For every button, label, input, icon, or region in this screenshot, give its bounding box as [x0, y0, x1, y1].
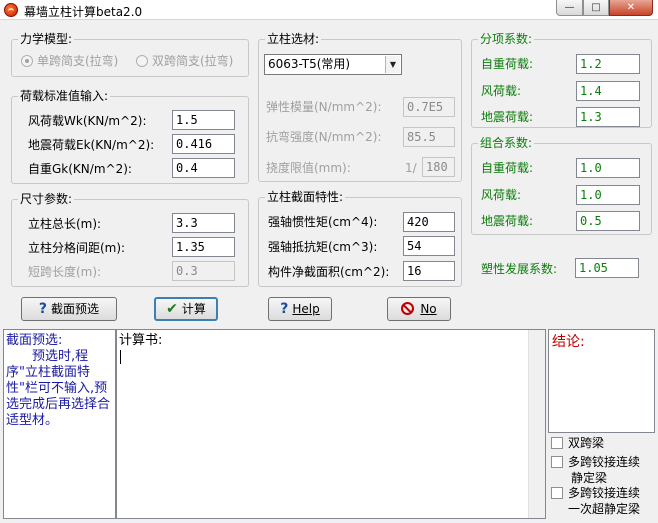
factor-quake-input[interactable]: 1.3	[576, 107, 640, 127]
column-length-label: 立柱总长(m):	[28, 217, 102, 231]
report-pane[interactable]: 计算书:	[116, 329, 546, 519]
help-button-label: Help	[292, 302, 320, 316]
no-button[interactable]: No	[387, 297, 451, 321]
plastic-factor-label: 塑性发展系数:	[481, 262, 558, 276]
window-title: 幕墙立柱计算beta2.0	[24, 5, 143, 19]
bending-strength-input: 85.5	[403, 127, 455, 147]
net-area-label: 构件净截面积(cm^2):	[268, 265, 390, 279]
preselect-info-pane: 截面预选: 预选时,程序"立柱截面特性"栏可不输入,预选完成后再选择合适型材。	[3, 329, 116, 519]
inertia-label: 强轴惯性矩(cm^4):	[268, 215, 378, 229]
double-span-label[interactable]: 双跨简支(拉弯)	[152, 53, 233, 69]
bending-strength-label: 抗弯强度(N/mm^2):	[266, 130, 382, 144]
inertia-input[interactable]: 420	[403, 212, 455, 232]
partial-factor-title: 分项系数:	[478, 31, 535, 47]
combo-self-label: 自重荷载:	[481, 161, 534, 175]
mechanics-title: 力学模型:	[18, 31, 75, 47]
net-area-input[interactable]: 16	[403, 261, 455, 281]
multi-span-redundant-checkbox[interactable]	[551, 487, 563, 499]
combo-quake-input[interactable]: 0.5	[576, 211, 640, 231]
combo-self-input[interactable]: 1.0	[576, 158, 640, 178]
maximize-button[interactable]: □	[583, 0, 609, 16]
deflection-limit-label: 挠度限值(mm):	[266, 161, 351, 175]
material-title: 立柱选材:	[265, 31, 322, 47]
quake-load-input[interactable]: 0.416	[172, 134, 235, 154]
short-span-input: 0.3	[172, 261, 235, 281]
preselect-info-title: 截面预选:	[6, 333, 63, 348]
preselect-button-label: 截面预选	[51, 302, 100, 316]
help-icon: ?	[280, 301, 289, 317]
factor-wind-input[interactable]: 1.4	[576, 81, 640, 101]
column-spacing-input[interactable]: 1.35	[172, 237, 235, 257]
factor-quake-label: 地震荷载:	[481, 110, 534, 124]
dimension-group: 尺寸参数: 立柱总长(m): 3.3 立柱分格间距(m): 1.35 短跨长度(…	[11, 191, 249, 287]
load-standard-group: 荷载标准值输入: 风荷载Wk(KN/m^2): 1.5 地震荷载Ek(KN/m^…	[11, 88, 249, 184]
self-weight-input[interactable]: 0.4	[172, 158, 235, 178]
plastic-factor-input[interactable]: 1.05	[575, 258, 639, 278]
section-modulus-input[interactable]: 54	[403, 236, 455, 256]
multi-span-static-checkbox[interactable]	[551, 456, 563, 468]
factor-self-input[interactable]: 1.2	[576, 54, 640, 74]
help-button[interactable]: ? Help	[268, 297, 332, 321]
deflection-prefix: 1/	[405, 161, 417, 175]
column-spacing-label: 立柱分格间距(m):	[28, 241, 126, 255]
combo-wind-label: 风荷载:	[481, 188, 522, 202]
close-button[interactable]: ✕	[609, 0, 653, 16]
factor-self-label: 自重荷载:	[481, 57, 534, 71]
no-button-label: No	[420, 302, 437, 316]
report-scrollbar[interactable]	[528, 330, 545, 518]
material-select-value: 6063-T5(常用)	[268, 57, 351, 71]
simple-span-label[interactable]: 单跨简支(拉弯)	[37, 53, 118, 69]
conclusion-pane: 结论:	[548, 329, 655, 433]
wind-load-label: 风荷载Wk(KN/m^2):	[28, 114, 147, 128]
preselect-button[interactable]: ? 截面预选	[21, 297, 117, 321]
combo-quake-label: 地震荷载:	[481, 214, 534, 228]
conclusion-title: 结论:	[552, 334, 585, 350]
column-length-input[interactable]: 3.3	[172, 213, 235, 233]
app-icon	[4, 3, 18, 17]
mechanics-group: 力学模型: 单跨简支(拉弯) 双跨简支(拉弯)	[11, 31, 249, 77]
calculate-button-label: 计算	[181, 302, 206, 316]
section-group: 立柱截面特性: 强轴惯性矩(cm^4): 420 强轴抵抗矩(cm^3): 54…	[258, 189, 462, 287]
double-span-radio[interactable]	[136, 55, 148, 67]
section-modulus-label: 强轴抵抗矩(cm^3):	[268, 240, 378, 254]
help-icon: ?	[38, 301, 48, 317]
material-group: 立柱选材: 6063-T5(常用) ▼ 弹性模量(N/mm^2): 0.7E5 …	[258, 31, 462, 182]
short-span-label: 短跨长度(m):	[28, 265, 102, 279]
calculate-button[interactable]: ✔ 计算	[154, 297, 218, 321]
multi-span-redundant-label-1[interactable]: 多跨铰接连续	[568, 485, 640, 501]
load-standard-title: 荷载标准值输入:	[18, 88, 111, 104]
combination-group: 组合系数: 自重荷载: 1.0 风荷载: 1.0 地震荷载: 0.5	[471, 135, 652, 235]
factor-wind-label: 风荷载:	[481, 84, 522, 98]
partial-factor-group: 分项系数: 自重荷载: 1.2 风荷载: 1.4 地震荷载: 1.3	[471, 31, 652, 128]
wind-load-input[interactable]: 1.5	[172, 110, 235, 130]
dimension-title: 尺寸参数:	[18, 191, 75, 207]
section-title: 立柱截面特性:	[265, 189, 346, 205]
double-span-checkbox[interactable]	[551, 437, 563, 449]
multi-span-redundant-label-2[interactable]: 一次超静定梁	[568, 501, 640, 517]
multi-span-static-label-2[interactable]: 静定梁	[571, 470, 607, 486]
elastic-modulus-input: 0.7E5	[403, 97, 455, 117]
quake-load-label: 地震荷载Ek(KN/m^2):	[28, 138, 155, 152]
simple-span-radio[interactable]	[21, 55, 33, 67]
no-entry-icon	[401, 302, 415, 315]
deflection-limit-input: 180	[422, 157, 455, 177]
checkmark-icon: ✔	[166, 301, 178, 317]
text-caret	[120, 350, 121, 364]
material-select[interactable]: 6063-T5(常用) ▼	[264, 54, 402, 75]
preselect-info-body: 预选时,程序"立柱截面特性"栏可不输入,预选完成后再选择合适型材。	[6, 349, 111, 428]
minimize-button[interactable]: —	[556, 0, 583, 16]
chevron-down-icon[interactable]: ▼	[385, 56, 400, 73]
multi-span-static-label-1[interactable]: 多跨铰接连续	[568, 454, 640, 470]
combo-wind-input[interactable]: 1.0	[576, 185, 640, 205]
double-span-option-label[interactable]: 双跨梁	[568, 435, 604, 451]
elastic-modulus-label: 弹性模量(N/mm^2):	[266, 100, 382, 114]
title-bar: 幕墙立柱计算beta2.0 — □ ✕	[0, 0, 658, 20]
self-weight-label: 自重Gk(KN/m^2):	[28, 162, 132, 176]
combination-title: 组合系数:	[478, 135, 535, 151]
report-title: 计算书:	[119, 333, 163, 348]
